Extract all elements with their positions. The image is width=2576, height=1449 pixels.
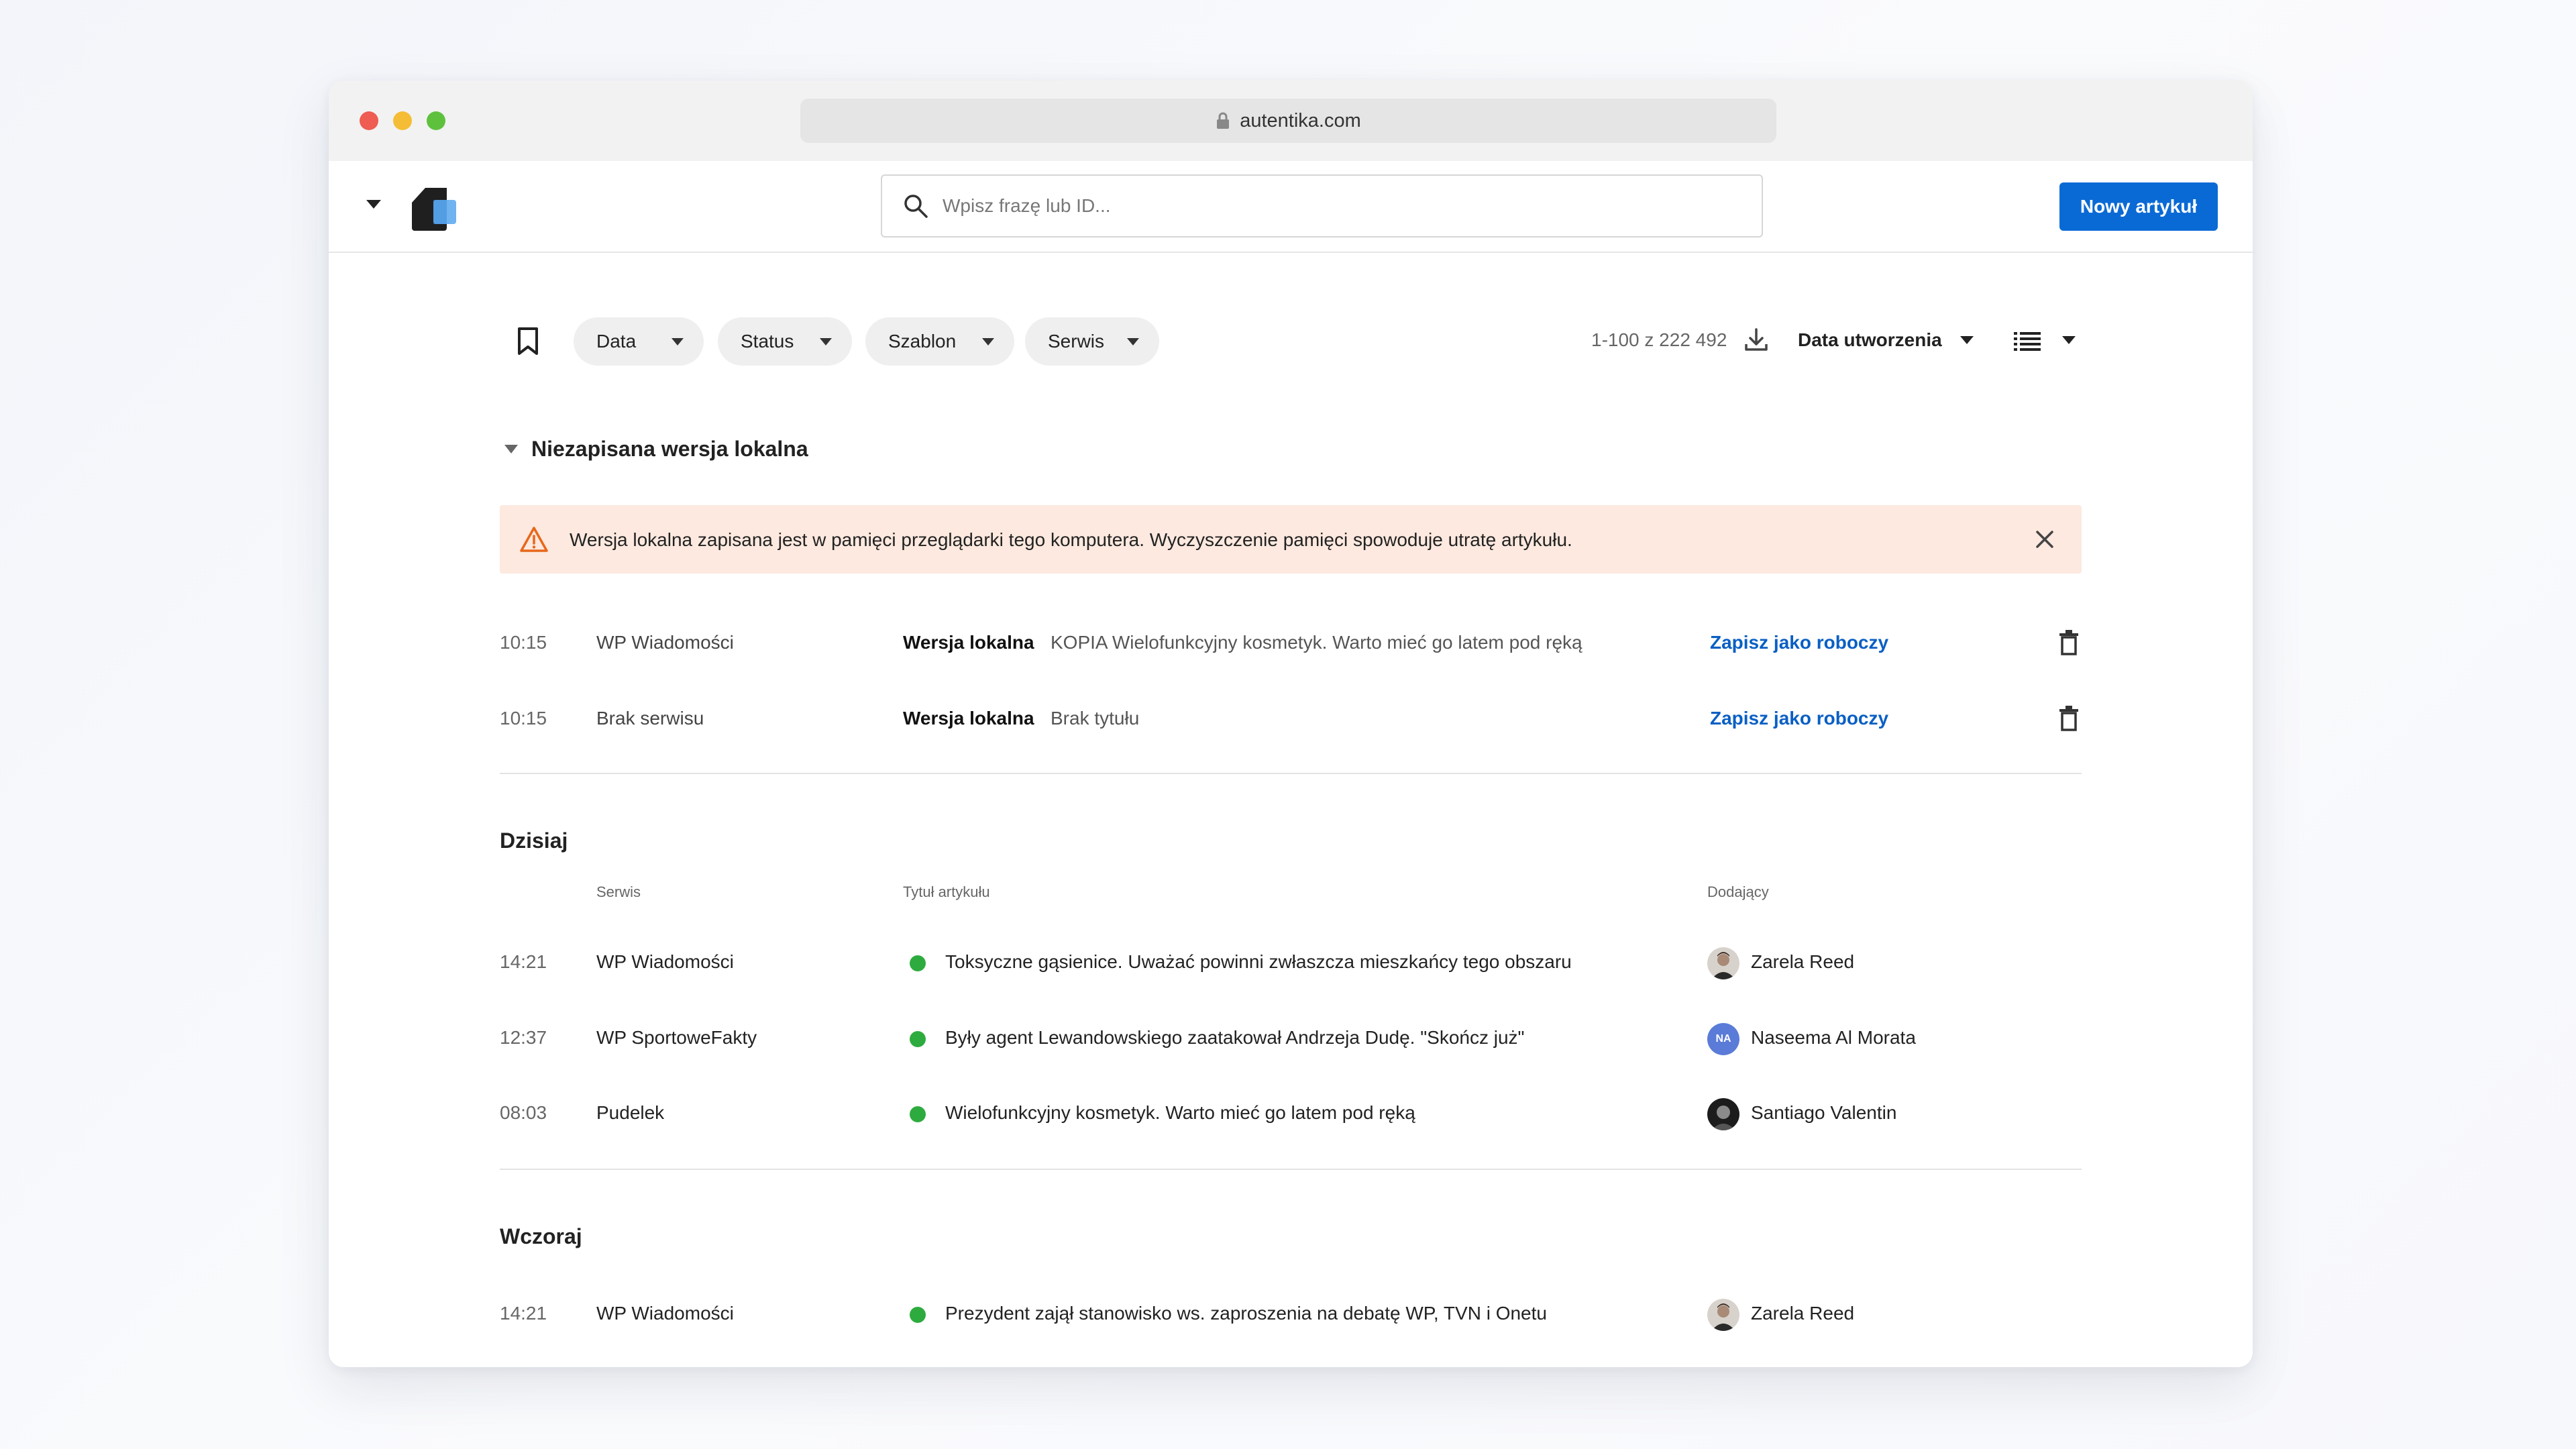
- filter-chip-serwis[interactable]: Serwis: [1025, 317, 1159, 366]
- collapse-icon[interactable]: [504, 445, 518, 453]
- save-as-draft-link[interactable]: Zapisz jako roboczy: [1710, 632, 1888, 653]
- trash-icon[interactable]: [2057, 629, 2080, 656]
- row-serwis: WP SportoweFakty: [596, 1027, 757, 1048]
- status-published-icon: [910, 955, 926, 971]
- article-row[interactable]: 14:21 WP Wiadomości Toksyczne gąsienice.…: [500, 942, 2082, 982]
- row-title[interactable]: Były agent Lewandowskiego zaatakował And…: [945, 1027, 1525, 1049]
- row-serwis: Brak serwisu: [596, 708, 704, 729]
- app-logo[interactable]: [409, 185, 458, 233]
- row-time: 08:03: [500, 1102, 547, 1123]
- group-title-yesterday: Wczoraj: [500, 1224, 582, 1248]
- divider: [500, 1169, 2082, 1170]
- row-title[interactable]: Brak tytułu: [1051, 708, 1139, 729]
- filter-chip-label: Data: [596, 331, 637, 352]
- filter-chip-status[interactable]: Status: [718, 317, 852, 366]
- menu-dropdown-icon[interactable]: [366, 200, 381, 209]
- avatar: [1707, 947, 1739, 979]
- search-field[interactable]: [881, 174, 1763, 237]
- avatar: [1707, 1299, 1739, 1331]
- browser-window: autentika.com Nowy artykuł Data Status: [329, 80, 2253, 1367]
- download-icon[interactable]: [1743, 327, 1770, 354]
- alert-message: Wersja lokalna zapisana jest w pamięci p…: [570, 529, 1572, 550]
- avatar: NA: [1707, 1023, 1739, 1055]
- article-row[interactable]: 08:03 Pudelek Wielofunkcyjny kosmetyk. W…: [500, 1093, 2082, 1133]
- chevron-down-icon: [820, 338, 832, 345]
- status-published-icon: [910, 1106, 926, 1122]
- sort-dropdown[interactable]: Data utworzenia: [1798, 329, 1942, 351]
- row-author: Santiago Valentin: [1751, 1102, 1897, 1123]
- warning-alert: Wersja lokalna zapisana jest w pamięci p…: [500, 505, 2082, 574]
- row-time: 14:21: [500, 951, 547, 972]
- url-text: autentika.com: [1240, 109, 1361, 131]
- column-header-author[interactable]: Dodający: [1707, 883, 1769, 901]
- status-published-icon: [910, 1031, 926, 1047]
- row-serwis: WP Wiadomości: [596, 951, 734, 972]
- maximize-window-button[interactable]: [427, 111, 445, 130]
- filter-chip-label: Status: [741, 331, 794, 352]
- new-article-button[interactable]: Nowy artykuł: [2059, 182, 2218, 231]
- row-author: Zarela Reed: [1751, 951, 1855, 972]
- article-row[interactable]: 12:37 WP SportoweFakty Były agent Lewand…: [500, 1018, 2082, 1058]
- chevron-down-icon: [672, 338, 684, 345]
- row-serwis: WP Wiadomości: [596, 1303, 734, 1324]
- group-title-today: Dzisiaj: [500, 828, 568, 853]
- minimize-window-button[interactable]: [393, 111, 412, 130]
- search-input[interactable]: [941, 195, 1682, 217]
- save-as-draft-link[interactable]: Zapisz jako roboczy: [1710, 708, 1888, 729]
- row-author: Zarela Reed: [1751, 1303, 1855, 1324]
- chevron-down-icon: [1127, 338, 1139, 345]
- row-serwis: WP Wiadomości: [596, 632, 734, 653]
- list-view-icon[interactable]: [2014, 331, 2041, 352]
- browser-titlebar: autentika.com: [329, 80, 2253, 161]
- app-header: Nowy artykuł: [329, 161, 2253, 253]
- trash-icon[interactable]: [2057, 705, 2080, 732]
- main-content: Data Status Szablon Serwis 1-100 z 222 4…: [329, 252, 2253, 1367]
- filter-chip-data[interactable]: Data: [574, 317, 704, 366]
- search-icon: [904, 195, 928, 218]
- column-header-title[interactable]: Tytuł artykułu: [903, 883, 990, 901]
- article-row[interactable]: 14:21 WP Wiadomości Prezydent zajął stan…: [500, 1293, 2082, 1334]
- chevron-down-icon[interactable]: [2062, 336, 2076, 344]
- row-title[interactable]: Toksyczne gąsienice. Uważać powinni zwła…: [945, 951, 1572, 973]
- row-title[interactable]: Prezydent zajął stanowisko ws. zaproszen…: [945, 1303, 1547, 1324]
- row-time: 14:21: [500, 1303, 547, 1324]
- section-title-local[interactable]: Niezapisana wersja lokalna: [531, 437, 808, 462]
- divider: [500, 773, 2082, 774]
- lock-icon: [1217, 112, 1230, 129]
- chevron-down-icon[interactable]: [1960, 336, 1974, 344]
- address-bar[interactable]: autentika.com: [800, 99, 1776, 143]
- results-count: 1-100 z 222 492: [1591, 329, 1727, 350]
- local-version-tag: Wersja lokalna: [903, 632, 1034, 653]
- local-version-tag: Wersja lokalna: [903, 708, 1034, 729]
- close-window-button[interactable]: [360, 111, 378, 130]
- bookmark-icon[interactable]: [517, 327, 539, 356]
- avatar: [1707, 1098, 1739, 1130]
- filter-chip-szablon[interactable]: Szablon: [865, 317, 1014, 366]
- local-row[interactable]: 10:15 Brak serwisu Wersja lokalna Brak t…: [500, 698, 2082, 739]
- close-icon[interactable]: [2033, 528, 2056, 551]
- warning-icon: [520, 527, 548, 552]
- row-time: 10:15: [500, 708, 547, 729]
- row-time: 10:15: [500, 632, 547, 653]
- row-serwis: Pudelek: [596, 1102, 665, 1123]
- column-header-serwis[interactable]: Serwis: [596, 883, 641, 901]
- row-title[interactable]: KOPIA Wielofunkcyjny kosmetyk. Warto mie…: [1051, 632, 1582, 653]
- filter-chip-label: Szablon: [888, 331, 957, 352]
- filter-chip-label: Serwis: [1048, 331, 1105, 352]
- chevron-down-icon: [982, 338, 994, 345]
- status-published-icon: [910, 1307, 926, 1323]
- row-title[interactable]: Wielofunkcyjny kosmetyk. Warto mieć go l…: [945, 1102, 1415, 1124]
- row-author: Naseema Al Morata: [1751, 1027, 1916, 1048]
- local-row[interactable]: 10:15 WP Wiadomości Wersja lokalna KOPIA…: [500, 623, 2082, 663]
- row-time: 12:37: [500, 1027, 547, 1048]
